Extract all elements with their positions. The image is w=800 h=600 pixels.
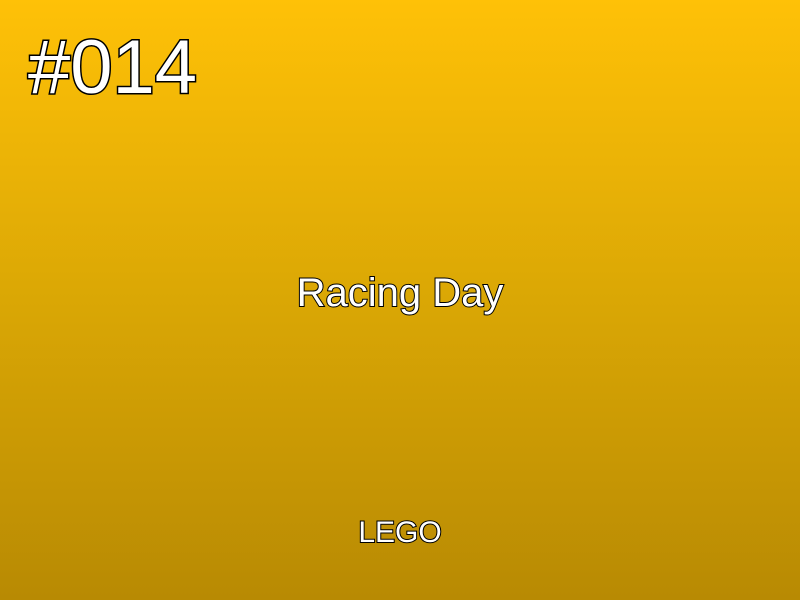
card-title: Racing Day: [296, 271, 505, 315]
title-card: #014 Racing Day LEGO: [0, 0, 800, 600]
card-number: #014: [26, 25, 198, 110]
brand-label: LEGO: [357, 516, 442, 549]
